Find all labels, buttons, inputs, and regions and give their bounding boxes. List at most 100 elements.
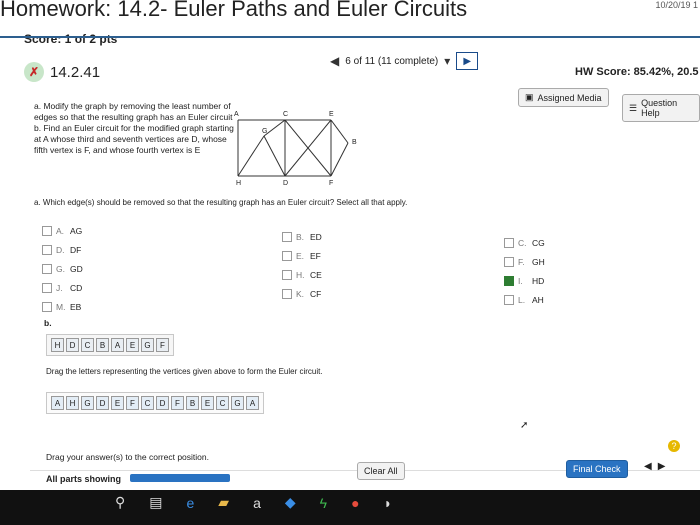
option-i[interactable]: I. HD xyxy=(504,276,545,286)
option-letter: L. xyxy=(518,295,526,305)
checkbox[interactable] xyxy=(282,270,292,280)
answer-tile[interactable]: E xyxy=(111,396,124,410)
option-c[interactable]: C. CG xyxy=(504,238,545,248)
checkbox[interactable] xyxy=(282,251,292,261)
option-k[interactable]: K. CF xyxy=(282,289,322,299)
answer-tile[interactable]: E xyxy=(201,396,214,410)
options-col-2: B. ED E. EF H. CE K. CF xyxy=(282,232,322,299)
prev-question-button[interactable]: ◀ xyxy=(330,54,339,68)
vertex-tile[interactable]: H xyxy=(51,338,64,352)
vertex-tile[interactable]: G xyxy=(141,338,154,352)
question-help-button[interactable]: ☰ Question Help xyxy=(622,94,700,122)
option-text: EF xyxy=(310,251,321,261)
edge-browser-icon[interactable]: e xyxy=(187,495,195,511)
option-text: EB xyxy=(70,302,82,312)
answer-tile[interactable]: D xyxy=(96,396,109,410)
assigned-media-button[interactable]: ▣ Assigned Media xyxy=(518,88,609,107)
app-icon[interactable]: ◗ xyxy=(384,495,392,511)
options-col-3: C. CG F. GH I. HD L. AH xyxy=(504,238,545,305)
help-icon[interactable]: ? xyxy=(668,440,680,452)
problem-statement: a. Modify the graph by removing the leas… xyxy=(34,101,239,156)
drag-answer-instruction: Drag your answer(s) to the correct posit… xyxy=(46,452,209,462)
vertex-tile[interactable]: F xyxy=(156,338,169,352)
answer-tile[interactable]: A xyxy=(246,396,259,410)
final-check-button[interactable]: Final Check xyxy=(566,460,628,478)
vertex-tile[interactable]: D xyxy=(66,338,79,352)
option-letter: E. xyxy=(296,251,305,261)
next-part-icon[interactable]: ▶ xyxy=(658,461,666,472)
search-icon[interactable]: ⚲ xyxy=(115,494,125,511)
answer-tile[interactable]: D xyxy=(156,396,169,410)
answer-tile[interactable]: C xyxy=(141,396,154,410)
score-text: Score: 1 of 2 pts xyxy=(24,32,118,46)
answer-tile[interactable]: B xyxy=(186,396,199,410)
option-text: CE xyxy=(310,270,322,280)
checkbox[interactable] xyxy=(42,264,52,274)
option-letter: C. xyxy=(518,238,527,248)
option-d[interactable]: D. DF xyxy=(42,245,83,255)
prev-part-icon[interactable]: ◀ xyxy=(644,461,652,472)
checkbox[interactable] xyxy=(42,302,52,312)
vertex-tile[interactable]: E xyxy=(126,338,139,352)
answer-tile[interactable]: G xyxy=(81,396,94,410)
file-explorer-icon[interactable]: ▰ xyxy=(218,494,229,511)
question-navigation: ◀ 6 of 11 (11 complete) ▾ ▶ xyxy=(330,52,479,70)
answer-tile[interactable]: F xyxy=(171,396,184,410)
checkbox[interactable] xyxy=(282,289,292,299)
option-f[interactable]: F. GH xyxy=(504,257,545,267)
answer-tile[interactable]: A xyxy=(51,396,64,410)
vertex-tile[interactable]: C xyxy=(81,338,94,352)
checkbox[interactable] xyxy=(504,257,514,267)
option-text: ED xyxy=(310,232,322,242)
option-b[interactable]: B. ED xyxy=(282,232,322,242)
answer-tile[interactable]: F xyxy=(126,396,139,410)
checkbox[interactable] xyxy=(282,232,292,242)
vertex-label-b: B xyxy=(352,139,357,146)
checkbox[interactable] xyxy=(42,245,52,255)
option-letter: F. xyxy=(518,257,525,267)
checkbox[interactable] xyxy=(42,283,52,293)
problem-part-a: a. Modify the graph by removing the leas… xyxy=(34,101,233,122)
question-progress[interactable]: 6 of 11 (11 complete) xyxy=(345,56,438,67)
option-letter: G. xyxy=(56,264,65,274)
option-letter: J. xyxy=(56,283,63,293)
next-question-button[interactable]: ▶ xyxy=(456,52,479,70)
question-header: ✗ 14.2.41 xyxy=(24,62,100,82)
answer-tile[interactable]: H xyxy=(66,396,79,410)
vertex-tile[interactable]: B xyxy=(96,338,109,352)
answer-tile[interactable]: G xyxy=(231,396,244,410)
option-e[interactable]: E. EF xyxy=(282,251,322,261)
option-g[interactable]: G. GD xyxy=(42,264,83,274)
checkbox[interactable] xyxy=(42,226,52,236)
option-j[interactable]: J. CD xyxy=(42,283,83,293)
vertex-label-a: A xyxy=(234,111,239,118)
clock-text: 10/20/19 1 xyxy=(655,0,698,10)
clear-all-button[interactable]: Clear All xyxy=(357,462,405,480)
option-letter: K. xyxy=(296,289,305,299)
vertex-label-f: F xyxy=(329,180,333,186)
answer-drop-zone[interactable]: A H G D E F C D F B E C G A xyxy=(46,392,264,414)
vertex-tile-bank: H D C B A E G F xyxy=(46,334,174,356)
dropdown-caret-icon[interactable]: ▾ xyxy=(444,54,450,68)
menu-icon: ☰ xyxy=(629,102,638,113)
question-help-label: Question Help xyxy=(641,98,678,118)
amazon-icon[interactable]: a xyxy=(253,495,261,511)
app-icon[interactable]: ● xyxy=(351,495,359,511)
all-parts-showing: All parts showing xyxy=(46,474,122,484)
option-a[interactable]: A. AG xyxy=(42,226,83,236)
option-text: CG xyxy=(532,238,545,248)
option-letter: H. xyxy=(296,270,305,280)
option-l[interactable]: L. AH xyxy=(504,295,545,305)
vertex-label-d: D xyxy=(283,180,288,186)
option-m[interactable]: M. EB xyxy=(42,302,83,312)
answer-tile[interactable]: C xyxy=(216,396,229,410)
app-icon[interactable]: ϟ xyxy=(320,495,327,511)
vertex-label-c: C xyxy=(283,111,288,118)
vertex-tile[interactable]: A xyxy=(111,338,124,352)
task-view-icon[interactable]: ▤ xyxy=(149,494,162,511)
option-h[interactable]: H. CE xyxy=(282,270,322,280)
dropbox-icon[interactable]: ◆ xyxy=(285,494,296,511)
checkbox[interactable] xyxy=(504,238,514,248)
checkbox[interactable] xyxy=(504,295,514,305)
checkbox-checked[interactable] xyxy=(504,276,514,286)
